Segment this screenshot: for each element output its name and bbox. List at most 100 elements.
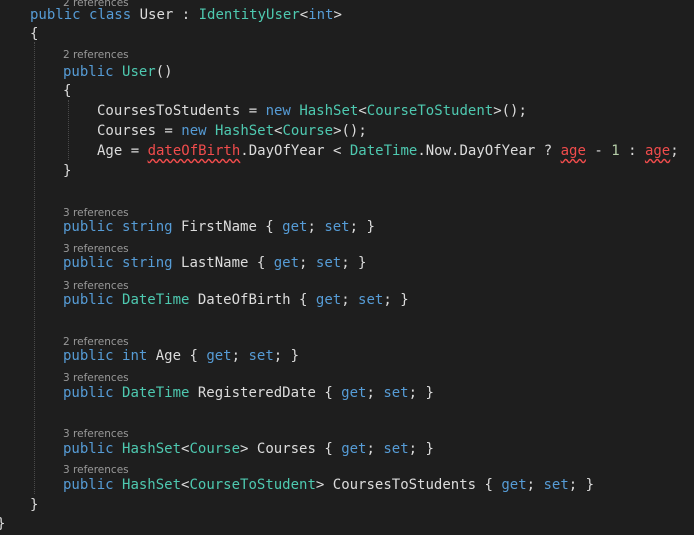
- codelens-references[interactable]: 3 references: [63, 428, 129, 440]
- code-token: ; }: [349, 219, 375, 235]
- code-token: Course: [282, 123, 334, 139]
- code-line[interactable]: }: [0, 515, 5, 533]
- error-token: age: [644, 143, 671, 159]
- code-token: {: [63, 83, 72, 99]
- code-line[interactable]: public DateTime DateOfBirth { get; set; …: [63, 291, 409, 309]
- code-token: public: [63, 64, 114, 80]
- code-token: new: [265, 103, 291, 119]
- code-line[interactable]: Courses = new HashSet<Course>();: [97, 122, 367, 140]
- code-line[interactable]: {: [63, 82, 71, 100]
- code-token: get: [315, 292, 342, 308]
- code-line[interactable]: }: [63, 162, 71, 180]
- code-token: User: [122, 64, 156, 80]
- code-token: ; }: [273, 348, 300, 364]
- code-token: DateTime: [122, 385, 190, 401]
- code-token: get: [273, 255, 300, 271]
- codelens-references[interactable]: 3 references: [63, 372, 129, 384]
- code-token: LastName {: [172, 255, 274, 271]
- code-line[interactable]: public string LastName { get; set; }: [63, 254, 367, 272]
- error-token: dateOfBirth: [147, 143, 241, 159]
- code-token: ; }: [568, 477, 595, 493]
- code-token: CoursesToStudents =: [97, 103, 266, 119]
- code-token: class: [89, 7, 132, 23]
- code-line[interactable]: Age = dateOfBirth.DayOfYear < DateTime.N…: [97, 142, 679, 160]
- code-line[interactable]: public DateTime RegisteredDate { get; se…: [63, 384, 434, 402]
- code-token: DateTime: [122, 292, 190, 308]
- code-token: ;: [299, 255, 316, 271]
- indent-guide: [34, 42, 35, 494]
- code-token: }: [0, 516, 5, 532]
- code-token: int: [122, 348, 148, 364]
- error-token: age: [560, 143, 586, 159]
- code-token: HashSet: [122, 477, 182, 493]
- code-token: ;: [231, 348, 249, 364]
- code-token: CourseToStudent: [366, 103, 494, 119]
- code-line[interactable]: public HashSet<CourseToStudent> CoursesT…: [63, 476, 594, 494]
- code-token: > CoursesToStudents {: [315, 477, 502, 493]
- code-token: 1: [611, 143, 620, 159]
- code-token: public: [63, 477, 114, 493]
- code-token: }: [63, 163, 72, 179]
- code-token: >: [333, 7, 342, 23]
- code-line[interactable]: public string FirstName { get; set; }: [63, 218, 375, 236]
- code-token: User :: [131, 7, 199, 23]
- code-token: HashSet: [215, 123, 275, 139]
- code-token: >();: [493, 103, 527, 119]
- code-token: ;: [526, 477, 544, 493]
- code-line[interactable]: public int Age { get; set; }: [63, 347, 299, 365]
- code-token: int: [308, 7, 334, 23]
- code-token: get: [282, 219, 308, 235]
- code-line[interactable]: {: [30, 25, 38, 43]
- code-token: .Now.DayOfYear ?: [417, 143, 561, 159]
- code-token: ;: [366, 441, 384, 457]
- code-token: get: [501, 477, 527, 493]
- code-token: :: [619, 143, 645, 159]
- code-token: > Courses {: [240, 441, 342, 457]
- code-token: FirstName {: [172, 219, 283, 235]
- code-line[interactable]: }: [30, 496, 38, 514]
- code-token: HashSet: [122, 441, 182, 457]
- code-token: set: [324, 219, 350, 235]
- code-token: public: [63, 441, 114, 457]
- code-token: public: [63, 385, 114, 401]
- code-token: set: [315, 255, 342, 271]
- code-token: public: [63, 255, 114, 271]
- indent-guide: [68, 100, 69, 160]
- code-token: public: [63, 292, 114, 308]
- code-token: get: [341, 441, 367, 457]
- code-token: -: [585, 143, 612, 159]
- code-token: Age {: [147, 348, 207, 364]
- code-token: set: [358, 292, 384, 308]
- code-token: Courses =: [97, 123, 182, 139]
- code-token: ;: [341, 292, 359, 308]
- code-token: public: [63, 219, 114, 235]
- code-token: public: [30, 7, 81, 23]
- codelens-references[interactable]: 3 references: [63, 464, 129, 476]
- code-token: HashSet: [299, 103, 359, 119]
- code-token: public: [63, 348, 114, 364]
- code-line[interactable]: CoursesToStudents = new HashSet<CourseTo…: [97, 102, 527, 120]
- code-token: set: [383, 441, 409, 457]
- code-token: ;: [670, 143, 679, 159]
- code-line[interactable]: public class User : IdentityUser<int>: [30, 6, 342, 24]
- code-token: get: [341, 385, 367, 401]
- code-line[interactable]: public User(): [63, 63, 173, 81]
- codelens-references[interactable]: 2 references: [63, 49, 129, 61]
- code-token: }: [30, 497, 39, 513]
- code-token: Course: [189, 441, 241, 457]
- code-token: RegisteredDate {: [189, 385, 342, 401]
- code-line[interactable]: public HashSet<Course> Courses { get; se…: [63, 440, 434, 458]
- code-token: DateTime: [349, 143, 418, 159]
- code-editor[interactable]: 2 references public class User : Identity…: [0, 0, 694, 535]
- code-token: >();: [333, 123, 367, 139]
- code-token: set: [383, 385, 409, 401]
- code-token: ; }: [383, 292, 409, 308]
